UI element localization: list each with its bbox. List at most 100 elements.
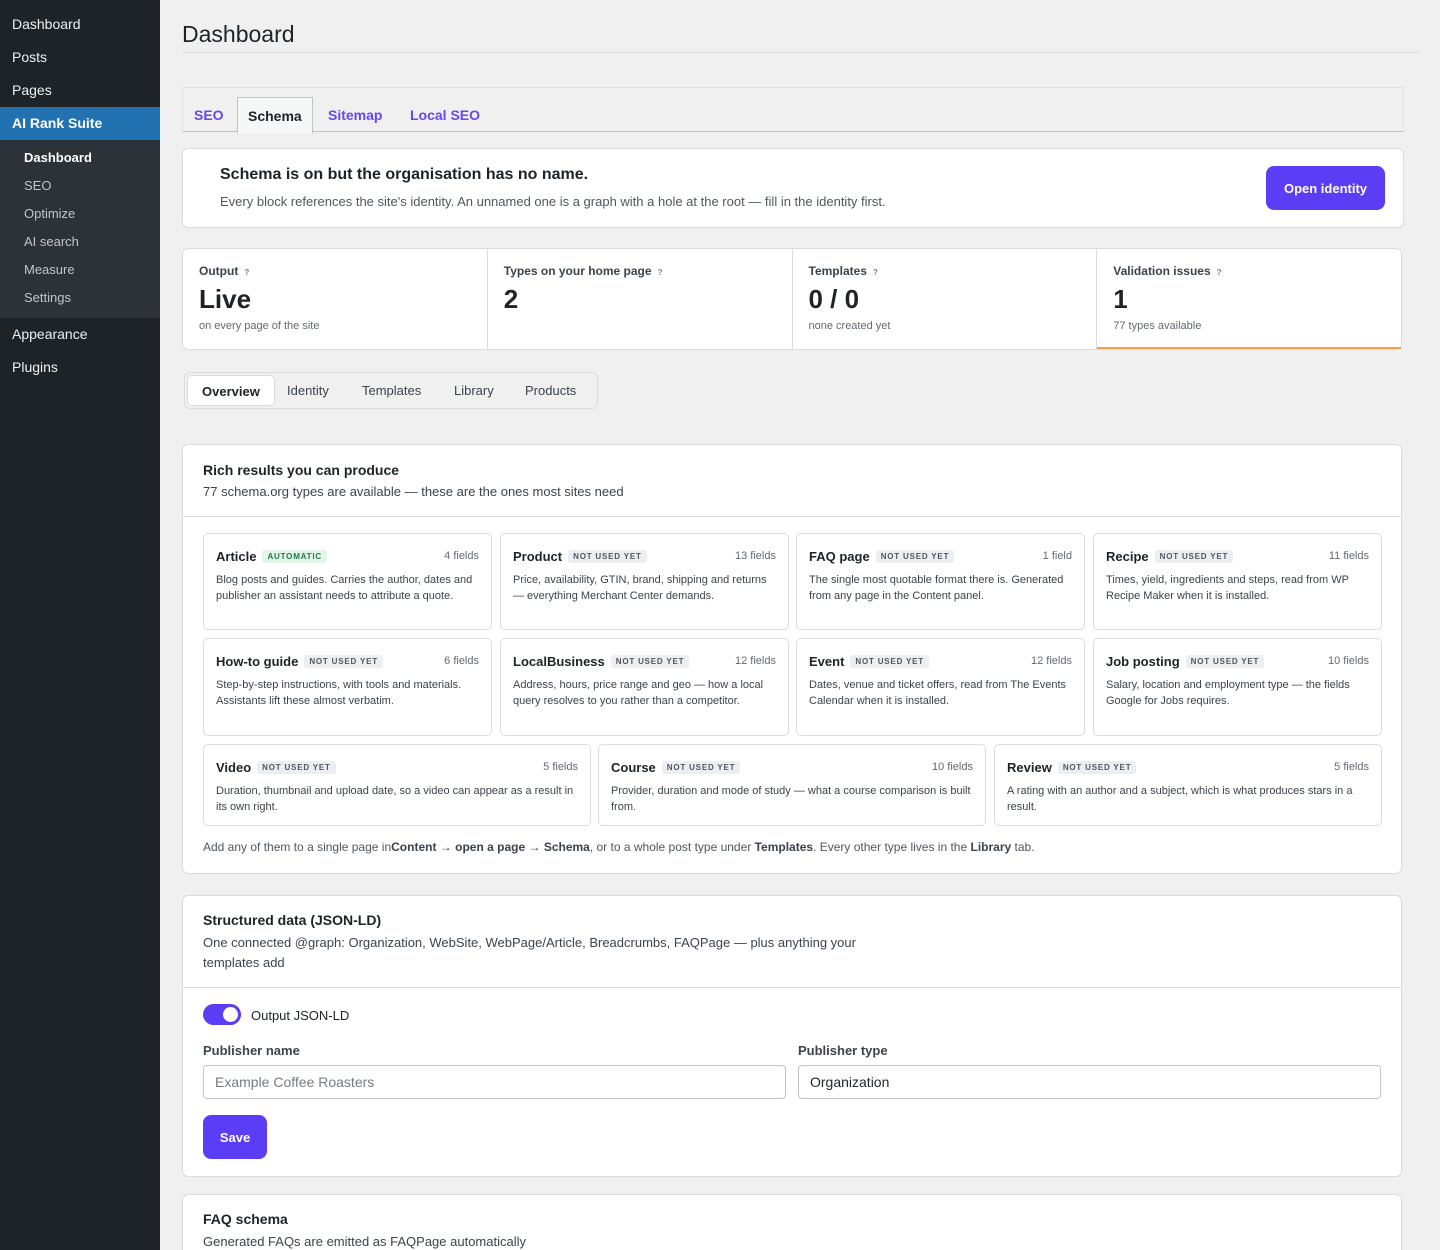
status-badge: NOT USED YET <box>1057 761 1137 774</box>
main-content: Dashboard SEO Schema Sitemap Local SEO S… <box>182 0 1420 1250</box>
field-count: 12 fields <box>1031 655 1072 667</box>
json-desc-line1: One connected @graph: Organization, WebS… <box>203 935 856 950</box>
json-ld-card: Structured data (JSON-LD) One connected … <box>182 895 1402 1177</box>
rich-results-card: Rich results you can produce 77 schema.o… <box>182 444 1402 874</box>
subtab-templates[interactable]: Templates <box>362 375 421 406</box>
tile-description: The single most quotable format there is… <box>809 574 1064 602</box>
schema-wrap: SEO Schema Sitemap Local SEO Schema is o… <box>182 87 1404 1250</box>
field-count: 4 fields <box>444 550 479 562</box>
tile-name: Review NOT USED YET <box>1007 760 1137 775</box>
stat-label: Templates? <box>808 264 878 278</box>
admin-sidebar: Dashboard Posts Pages AI Rank Suite Dash… <box>0 0 160 1250</box>
subtab-products[interactable]: Products <box>525 375 576 406</box>
tab-seo[interactable]: SEO <box>194 97 224 133</box>
rich-title: Rich results you can produce <box>203 462 400 478</box>
schema-type-tile[interactable]: Event NOT USED YET 12 fields Dates, venue a… <box>796 638 1085 736</box>
field-count: 5 fields <box>543 761 578 773</box>
json-title: Structured data (JSON-LD) <box>203 912 382 928</box>
rich-divider <box>183 516 1401 517</box>
publisher-name-label: Publisher name <box>203 1043 300 1058</box>
tile-name: LocalBusiness NOT USED YET <box>513 654 690 669</box>
submenu-item-measure[interactable]: Measure <box>0 256 160 284</box>
stat-output: Output? Live on every page of the site <box>183 249 488 349</box>
help-icon[interactable]: ? <box>873 268 878 277</box>
field-count: 1 field <box>1042 550 1072 562</box>
stat-value: 2 <box>503 284 519 314</box>
help-icon[interactable]: ? <box>244 268 249 277</box>
status-badge: NOT USED YET <box>257 761 336 774</box>
help-icon[interactable]: ? <box>1217 268 1222 277</box>
tile-name: FAQ page NOT USED YET <box>809 549 955 564</box>
publisher-name-input[interactable] <box>203 1065 786 1099</box>
save-button[interactable]: Save <box>203 1115 267 1159</box>
field-count: 13 fields <box>735 550 776 562</box>
tile-name: Event NOT USED YET <box>809 654 929 669</box>
tile-description: Step-by-step instructions, with tools an… <box>216 679 462 707</box>
tile-description: Salary, location and employment type — t… <box>1106 679 1350 707</box>
schema-type-tile[interactable]: FAQ page NOT USED YET 1 field The single mo… <box>796 533 1085 630</box>
tile-name: How-to guide NOT USED YET <box>216 654 383 669</box>
submenu-item-ai-search[interactable]: AI search <box>0 228 160 256</box>
stat-sub: 77 types available <box>1113 320 1202 332</box>
schema-type-tile[interactable]: Review NOT USED YET 5 fields A rating with … <box>994 744 1382 826</box>
schema-type-tile[interactable]: Video NOT USED YET 5 fields Duration, thumb… <box>203 744 591 826</box>
output-json-ld-toggle[interactable] <box>203 1004 241 1025</box>
subtab-library[interactable]: Library <box>454 375 494 406</box>
status-badge: NOT USED YET <box>304 655 383 668</box>
rich-footer-note: Add any of them to a single page inConte… <box>203 840 1035 854</box>
schema-type-tile[interactable]: Course NOT USED YET 10 fields Provider, dur… <box>598 744 986 826</box>
schema-type-tile[interactable]: Recipe NOT USED YET 11 fields Times, yield,… <box>1093 533 1382 630</box>
tile-description: A rating with an author and a subject, w… <box>1007 785 1353 813</box>
publisher-type-input[interactable] <box>798 1065 1381 1099</box>
publisher-type-label: Publisher type <box>798 1043 888 1058</box>
sidebar-item-plugins[interactable]: Plugins <box>0 351 160 384</box>
tile-description: Address, hours, price range and geo — ho… <box>513 679 764 707</box>
schema-type-tile[interactable]: Job posting NOT USED YET 10 fields Salary, … <box>1093 638 1382 736</box>
status-badge: NOT USED YET <box>1185 655 1265 668</box>
help-icon[interactable]: ? <box>658 268 663 277</box>
open-identity-button[interactable]: Open identity <box>1266 166 1385 210</box>
field-count: 10 fields <box>1328 655 1369 667</box>
schema-type-tile[interactable]: Product NOT USED YET 13 fields Price, avail… <box>500 533 789 630</box>
subtab-overview[interactable]: Overview <box>187 375 275 406</box>
stat-label: Output? <box>199 264 250 278</box>
tab-schema[interactable]: Schema <box>237 97 313 134</box>
tab-local-seo[interactable]: Local SEO <box>410 97 480 133</box>
stat-label: Types on your home page? <box>503 264 663 278</box>
submenu-item-dashboard[interactable]: Dashboard <box>0 144 160 172</box>
field-count: 12 fields <box>735 655 776 667</box>
status-badge: NOT USED YET <box>568 550 647 563</box>
tile-description: Dates, venue and ticket offers, read fro… <box>809 679 1067 707</box>
page-title: Dashboard <box>182 0 1420 53</box>
schema-type-tile[interactable]: Article AUTOMATIC 4 fields Blog posts and g… <box>203 533 492 630</box>
status-badge: NOT USED YET <box>875 550 955 563</box>
status-badge: NOT USED YET <box>661 761 741 774</box>
sidebar-item-dashboard[interactable]: Dashboard <box>0 8 160 41</box>
field-count: 11 fields <box>1328 550 1369 562</box>
sidebar-item-posts[interactable]: Posts <box>0 41 160 74</box>
status-badge: NOT USED YET <box>850 655 929 668</box>
tab-sitemap[interactable]: Sitemap <box>328 97 382 133</box>
subtab-identity[interactable]: Identity <box>287 375 329 406</box>
stat-value: 1 <box>1113 284 1128 314</box>
identity-notice: Schema is on but the organisation has no… <box>182 148 1404 228</box>
tile-description: Price, availability, GTIN, brand, shippi… <box>513 574 767 602</box>
stat-sub: none created yet <box>808 320 891 332</box>
schema-type-tile[interactable]: LocalBusiness NOT USED YET 12 fields Addres… <box>500 638 789 736</box>
submenu-item-seo[interactable]: SEO <box>0 172 160 200</box>
sidebar-item-appearance[interactable]: Appearance <box>0 318 160 351</box>
sidebar-submenu: Dashboard SEO Optimize AI search Measure… <box>0 140 160 318</box>
status-badge: NOT USED YET <box>1154 550 1234 563</box>
tile-description: Blog posts and guides. Carries the autho… <box>216 574 473 602</box>
submenu-item-optimize[interactable]: Optimize <box>0 200 160 228</box>
notice-text: Every block references the site's identi… <box>220 194 886 209</box>
json-divider <box>183 987 1401 988</box>
schema-type-tile[interactable]: How-to guide NOT USED YET 6 fields Step-by-… <box>203 638 492 736</box>
submenu-item-settings[interactable]: Settings <box>0 284 160 312</box>
tile-description: Provider, duration and mode of study — w… <box>611 785 971 813</box>
sidebar-item-ai-rank-suite[interactable]: AI Rank Suite <box>0 107 160 140</box>
field-count: 5 fields <box>1334 761 1369 773</box>
sidebar-item-pages[interactable]: Pages <box>0 74 160 107</box>
stat-label: Validation issues? <box>1113 264 1222 278</box>
